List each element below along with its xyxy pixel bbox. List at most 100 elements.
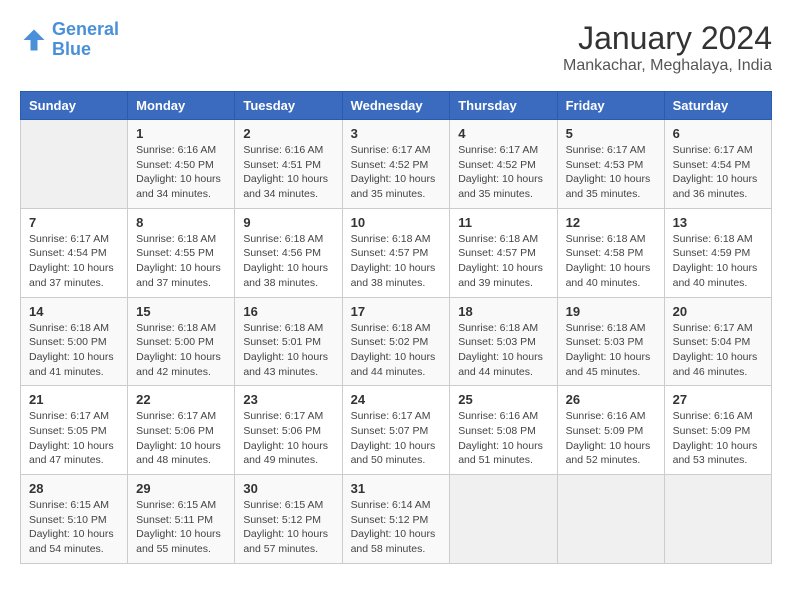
day-info: Sunrise: 6:17 AM Sunset: 5:06 PM Dayligh… bbox=[243, 409, 333, 468]
calendar-cell bbox=[450, 475, 557, 564]
calendar-header: SundayMondayTuesdayWednesdayThursdayFrid… bbox=[21, 92, 772, 120]
day-info: Sunrise: 6:18 AM Sunset: 4:57 PM Dayligh… bbox=[351, 232, 442, 291]
day-info: Sunrise: 6:17 AM Sunset: 4:52 PM Dayligh… bbox=[351, 143, 442, 202]
day-info: Sunrise: 6:18 AM Sunset: 4:57 PM Dayligh… bbox=[458, 232, 548, 291]
day-number: 2 bbox=[243, 126, 333, 141]
day-number: 11 bbox=[458, 215, 548, 230]
day-info: Sunrise: 6:15 AM Sunset: 5:10 PM Dayligh… bbox=[29, 498, 119, 557]
day-info: Sunrise: 6:16 AM Sunset: 5:08 PM Dayligh… bbox=[458, 409, 548, 468]
day-info: Sunrise: 6:16 AM Sunset: 4:50 PM Dayligh… bbox=[136, 143, 226, 202]
main-title: January 2024 bbox=[563, 20, 772, 57]
day-info: Sunrise: 6:16 AM Sunset: 5:09 PM Dayligh… bbox=[566, 409, 656, 468]
calendar-cell: 31Sunrise: 6:14 AM Sunset: 5:12 PM Dayli… bbox=[342, 475, 450, 564]
calendar-cell: 18 Sunrise: 6:18 AM Sunset: 5:03 PM Dayli… bbox=[450, 297, 557, 386]
logo-icon bbox=[20, 26, 48, 54]
day-info: Sunrise: 6:15 AM Sunset: 5:12 PM Dayligh… bbox=[243, 498, 333, 557]
calendar-cell: 27Sunrise: 6:16 AM Sunset: 5:09 PM Dayli… bbox=[664, 386, 771, 475]
calendar-cell: 24 Sunrise: 6:17 AM Sunset: 5:07 PM Dayli… bbox=[342, 386, 450, 475]
day-info: Sunrise: 6:18 AM Sunset: 5:03 PM Dayligh… bbox=[458, 321, 548, 380]
calendar-cell: 17 Sunrise: 6:18 AM Sunset: 5:02 PM Dayli… bbox=[342, 297, 450, 386]
day-info: Sunrise: 6:18 AM Sunset: 4:58 PM Dayligh… bbox=[566, 232, 656, 291]
day-info: Sunrise: 6:18 AM Sunset: 5:02 PM Dayligh… bbox=[351, 321, 442, 380]
day-number: 21 bbox=[29, 392, 119, 407]
calendar-cell: 11 Sunrise: 6:18 AM Sunset: 4:57 PM Dayli… bbox=[450, 208, 557, 297]
day-number: 17 bbox=[351, 304, 442, 319]
calendar-cell: 13Sunrise: 6:18 AM Sunset: 4:59 PM Dayli… bbox=[664, 208, 771, 297]
calendar-cell: 3 Sunrise: 6:17 AM Sunset: 4:52 PM Daylig… bbox=[342, 120, 450, 209]
day-info: Sunrise: 6:18 AM Sunset: 5:01 PM Dayligh… bbox=[243, 321, 333, 380]
logo: General Blue bbox=[20, 20, 119, 60]
day-number: 28 bbox=[29, 481, 119, 496]
day-number: 24 bbox=[351, 392, 442, 407]
calendar-table: SundayMondayTuesdayWednesdayThursdayFrid… bbox=[20, 91, 772, 564]
day-number: 18 bbox=[458, 304, 548, 319]
header-row: SundayMondayTuesdayWednesdayThursdayFrid… bbox=[21, 92, 772, 120]
day-number: 3 bbox=[351, 126, 442, 141]
calendar-cell: 22 Sunrise: 6:17 AM Sunset: 5:06 PM Dayli… bbox=[128, 386, 235, 475]
calendar-cell bbox=[557, 475, 664, 564]
day-number: 14 bbox=[29, 304, 119, 319]
calendar-cell bbox=[664, 475, 771, 564]
day-number: 25 bbox=[458, 392, 548, 407]
day-number: 31 bbox=[351, 481, 442, 496]
day-info: Sunrise: 6:16 AM Sunset: 5:09 PM Dayligh… bbox=[673, 409, 763, 468]
day-info: Sunrise: 6:18 AM Sunset: 5:00 PM Dayligh… bbox=[136, 321, 226, 380]
day-number: 9 bbox=[243, 215, 333, 230]
day-number: 7 bbox=[29, 215, 119, 230]
day-info: Sunrise: 6:18 AM Sunset: 5:03 PM Dayligh… bbox=[566, 321, 656, 380]
calendar-cell: 26 Sunrise: 6:16 AM Sunset: 5:09 PM Dayli… bbox=[557, 386, 664, 475]
day-info: Sunrise: 6:18 AM Sunset: 5:00 PM Dayligh… bbox=[29, 321, 119, 380]
day-number: 23 bbox=[243, 392, 333, 407]
day-info: Sunrise: 6:18 AM Sunset: 4:55 PM Dayligh… bbox=[136, 232, 226, 291]
calendar-cell: 15 Sunrise: 6:18 AM Sunset: 5:00 PM Dayli… bbox=[128, 297, 235, 386]
subtitle: Mankachar, Meghalaya, India bbox=[563, 57, 772, 75]
day-info: Sunrise: 6:16 AM Sunset: 4:51 PM Dayligh… bbox=[243, 143, 333, 202]
day-header-monday: Monday bbox=[128, 92, 235, 120]
day-number: 26 bbox=[566, 392, 656, 407]
day-number: 6 bbox=[673, 126, 763, 141]
week-row: 28 Sunrise: 6:15 AM Sunset: 5:10 PM Dayli… bbox=[21, 475, 772, 564]
day-info: Sunrise: 6:17 AM Sunset: 4:52 PM Dayligh… bbox=[458, 143, 548, 202]
day-header-wednesday: Wednesday bbox=[342, 92, 450, 120]
day-header-friday: Friday bbox=[557, 92, 664, 120]
day-info: Sunrise: 6:17 AM Sunset: 4:53 PM Dayligh… bbox=[566, 143, 656, 202]
day-number: 22 bbox=[136, 392, 226, 407]
day-number: 4 bbox=[458, 126, 548, 141]
calendar-cell: 12 Sunrise: 6:18 AM Sunset: 4:58 PM Dayli… bbox=[557, 208, 664, 297]
calendar-cell bbox=[21, 120, 128, 209]
day-number: 12 bbox=[566, 215, 656, 230]
calendar-cell: 28 Sunrise: 6:15 AM Sunset: 5:10 PM Dayli… bbox=[21, 475, 128, 564]
calendar-cell: 25 Sunrise: 6:16 AM Sunset: 5:08 PM Dayli… bbox=[450, 386, 557, 475]
week-row: 14 Sunrise: 6:18 AM Sunset: 5:00 PM Dayli… bbox=[21, 297, 772, 386]
day-header-tuesday: Tuesday bbox=[235, 92, 342, 120]
calendar-cell: 29Sunrise: 6:15 AM Sunset: 5:11 PM Dayli… bbox=[128, 475, 235, 564]
day-header-sunday: Sunday bbox=[21, 92, 128, 120]
calendar-cell: 7Sunrise: 6:17 AM Sunset: 4:54 PM Daylig… bbox=[21, 208, 128, 297]
calendar-cell: 21 Sunrise: 6:17 AM Sunset: 5:05 PM Dayli… bbox=[21, 386, 128, 475]
day-number: 10 bbox=[351, 215, 442, 230]
day-number: 30 bbox=[243, 481, 333, 496]
day-number: 13 bbox=[673, 215, 763, 230]
calendar-cell: 9Sunrise: 6:18 AM Sunset: 4:56 PM Daylig… bbox=[235, 208, 342, 297]
calendar-cell: 4 Sunrise: 6:17 AM Sunset: 4:52 PM Daylig… bbox=[450, 120, 557, 209]
calendar-cell: 19 Sunrise: 6:18 AM Sunset: 5:03 PM Dayli… bbox=[557, 297, 664, 386]
day-info: Sunrise: 6:17 AM Sunset: 4:54 PM Dayligh… bbox=[673, 143, 763, 202]
calendar-cell: 30 Sunrise: 6:15 AM Sunset: 5:12 PM Dayli… bbox=[235, 475, 342, 564]
calendar-cell: 6 Sunrise: 6:17 AM Sunset: 4:54 PM Daylig… bbox=[664, 120, 771, 209]
calendar-cell: 14 Sunrise: 6:18 AM Sunset: 5:00 PM Dayli… bbox=[21, 297, 128, 386]
day-number: 1 bbox=[136, 126, 226, 141]
day-number: 15 bbox=[136, 304, 226, 319]
page-header: General Blue January 2024 Mankachar, Meg… bbox=[20, 20, 772, 75]
day-info: Sunrise: 6:17 AM Sunset: 5:04 PM Dayligh… bbox=[673, 321, 763, 380]
day-info: Sunrise: 6:17 AM Sunset: 5:05 PM Dayligh… bbox=[29, 409, 119, 468]
calendar-cell: 1 Sunrise: 6:16 AM Sunset: 4:50 PM Daylig… bbox=[128, 120, 235, 209]
logo-text: General Blue bbox=[52, 20, 119, 60]
day-number: 19 bbox=[566, 304, 656, 319]
day-info: Sunrise: 6:17 AM Sunset: 5:06 PM Dayligh… bbox=[136, 409, 226, 468]
day-number: 5 bbox=[566, 126, 656, 141]
week-row: 7Sunrise: 6:17 AM Sunset: 4:54 PM Daylig… bbox=[21, 208, 772, 297]
week-row: 1 Sunrise: 6:16 AM Sunset: 4:50 PM Daylig… bbox=[21, 120, 772, 209]
day-info: Sunrise: 6:17 AM Sunset: 5:07 PM Dayligh… bbox=[351, 409, 442, 468]
calendar-cell: 23 Sunrise: 6:17 AM Sunset: 5:06 PM Dayli… bbox=[235, 386, 342, 475]
calendar-cell: 5 Sunrise: 6:17 AM Sunset: 4:53 PM Daylig… bbox=[557, 120, 664, 209]
